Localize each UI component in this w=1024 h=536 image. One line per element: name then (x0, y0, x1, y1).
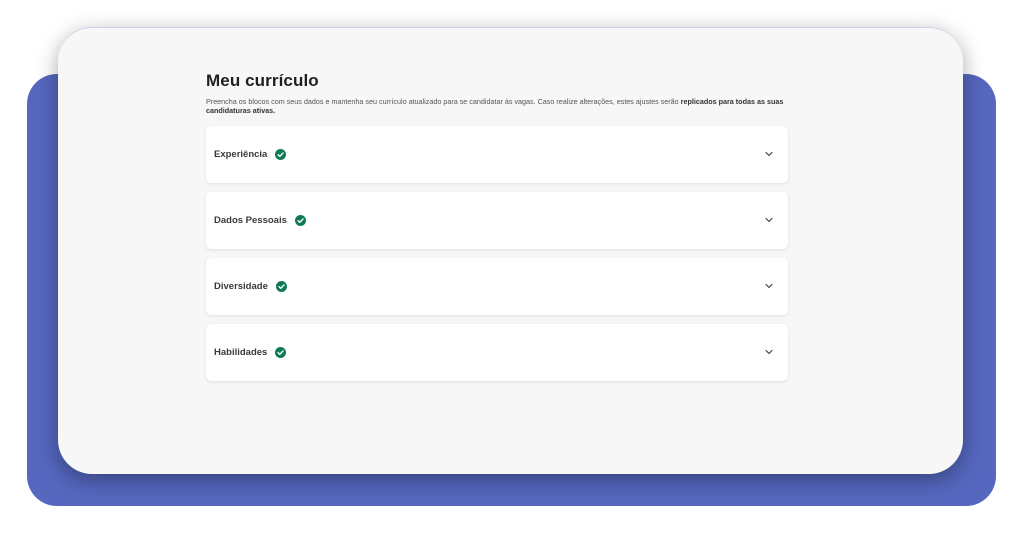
page-description: Preencha os blocos com seus dados e mant… (206, 97, 788, 115)
section-experiencia[interactable]: Experiência (206, 126, 788, 183)
section-label: Dados Pessoais (214, 215, 287, 226)
section-dados-pessoais[interactable]: Dados Pessoais (206, 192, 788, 249)
check-circle-icon (275, 281, 287, 292)
description-text: Preencha os blocos com seus dados e mant… (206, 97, 679, 106)
chevron-down-icon[interactable] (764, 150, 774, 158)
check-circle-icon (275, 347, 287, 358)
resume-content: Meu currículo Preencha os blocos com seu… (206, 70, 788, 390)
section-label: Experiência (214, 149, 268, 160)
section-habilidades[interactable]: Habilidades (206, 324, 788, 381)
section-diversidade[interactable]: Diversidade (206, 258, 788, 315)
check-circle-icon (275, 149, 287, 160)
section-label: Diversidade (214, 281, 268, 292)
screenshot-stage: Meu currículo Preencha os blocos com seu… (0, 0, 1024, 536)
check-circle-icon (294, 215, 306, 226)
resume-sections: Experiência Dados Pessoais Diversidade H… (206, 126, 788, 381)
chevron-down-icon[interactable] (764, 216, 774, 224)
page-title: Meu currículo (206, 71, 319, 90)
chevron-down-icon[interactable] (764, 282, 774, 290)
section-label: Habilidades (214, 347, 268, 358)
resume-card: Meu currículo Preencha os blocos com seu… (58, 27, 963, 474)
chevron-down-icon[interactable] (764, 348, 774, 356)
